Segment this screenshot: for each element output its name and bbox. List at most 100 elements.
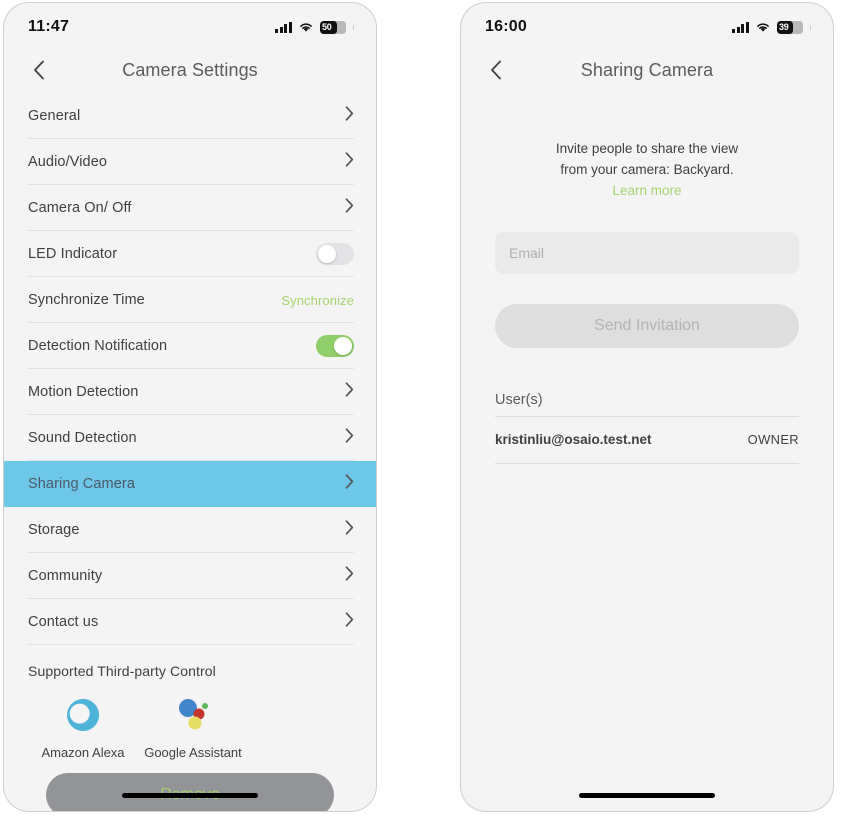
third-party-icons: Amazon Alexa Google Assistant (28, 691, 352, 760)
settings-row-sound-detection[interactable]: Sound Detection (4, 415, 376, 461)
toggle-knob (334, 337, 352, 355)
page-title: Camera Settings (122, 59, 258, 80)
battery-icon: 39 (776, 20, 803, 34)
users-list: kristinliu@osaio.test.net OWNER (495, 417, 799, 464)
settings-row-storage[interactable]: Storage (4, 507, 376, 553)
phone-sharing-camera: 16:00 39 Sharing Camera Invite people to… (460, 2, 834, 812)
chevron-right-icon (345, 382, 354, 397)
status-bar: 11:47 50 (4, 3, 376, 47)
settings-row-general[interactable]: General (4, 93, 376, 139)
row-divider (28, 644, 354, 645)
settings-row-audio-video[interactable]: Audio/Video (4, 139, 376, 185)
chevron-right-icon (345, 474, 354, 489)
wifi-icon (299, 23, 312, 32)
settings-row-led-indicator[interactable]: LED Indicator (4, 231, 376, 277)
chevron-right-icon (345, 152, 354, 167)
nav-bar: Sharing Camera (461, 47, 833, 93)
wifi-icon (756, 23, 769, 32)
settings-list: General Audio/Video Camera On/ Off LED Indi… (4, 93, 376, 645)
sharing-body: Invite people to share the view from you… (461, 139, 833, 464)
settings-row-synchronize-time[interactable]: Synchronize Time Synchronize (4, 277, 376, 323)
cellular-signal-icon (275, 21, 292, 33)
sharing-intro-line2: from your camera: Backyard. (560, 161, 734, 177)
chevron-right-icon (345, 106, 354, 121)
chevron-left-icon (491, 60, 501, 80)
settings-row-label: Motion Detection (28, 384, 139, 400)
page-title: Sharing Camera (580, 59, 714, 80)
settings-row-label: Storage (28, 522, 80, 538)
settings-row-label: Sharing Camera (28, 476, 135, 492)
status-time: 16:00 (485, 18, 527, 35)
chevron-right-icon (345, 106, 354, 126)
battery-percent: 50 (322, 21, 332, 32)
chevron-right-icon (345, 520, 354, 540)
user-row[interactable]: kristinliu@osaio.test.net OWNER (495, 417, 799, 464)
status-bar: 16:00 39 (461, 3, 833, 47)
phone-camera-settings: 11:47 50 Camera Settings General Audio/Vi… (3, 2, 377, 812)
cellular-signal-icon (732, 21, 749, 33)
battery-percent: 39 (779, 21, 789, 32)
sharing-intro: Invite people to share the view from you… (495, 139, 799, 202)
settings-row-label: Detection Notification (28, 338, 168, 354)
chevron-right-icon (345, 428, 354, 443)
battery-tip (809, 24, 811, 30)
user-email: kristinliu@osaio.test.net (495, 432, 652, 448)
chevron-right-icon (345, 612, 354, 632)
back-button[interactable] (483, 57, 509, 83)
nav-bar: Camera Settings (4, 47, 376, 93)
send-invitation-label: Send Invitation (594, 316, 700, 334)
toggle-knob (318, 245, 336, 263)
google-assistant-icon (169, 691, 217, 739)
users-section-header: User(s) (495, 392, 799, 417)
amazon-alexa-icon (59, 691, 107, 739)
third-party-label: Google Assistant (144, 745, 242, 760)
battery-tip (352, 24, 354, 30)
user-role-badge: OWNER (747, 432, 799, 448)
settings-row-camera-on-off[interactable]: Camera On/ Off (4, 185, 376, 231)
settings-row-label: Audio/Video (28, 154, 108, 170)
chevron-right-icon (345, 566, 354, 586)
settings-row-sharing-camera[interactable]: Sharing Camera (4, 461, 376, 507)
settings-row-label: Contact us (28, 614, 99, 630)
third-party-title: Supported Third-party Control (28, 663, 216, 679)
chevron-right-icon (345, 152, 354, 172)
home-indicator (579, 793, 715, 798)
chevron-right-icon (345, 474, 354, 494)
email-placeholder: Email (509, 244, 545, 261)
settings-row-label: Sound Detection (28, 430, 137, 446)
settings-row-label: Camera On/ Off (28, 200, 132, 216)
settings-row-community[interactable]: Community (4, 553, 376, 599)
settings-row-label: Synchronize Time (28, 292, 145, 308)
toggle-switch[interactable] (316, 243, 354, 265)
settings-row-motion-detection[interactable]: Motion Detection (4, 369, 376, 415)
settings-row-label: LED Indicator (28, 246, 118, 262)
status-indicators: 50 (275, 17, 354, 34)
third-party-item-google-assistant[interactable]: Google Assistant (138, 691, 248, 760)
settings-row-label: General (28, 108, 81, 124)
toggle-switch[interactable] (316, 335, 354, 357)
chevron-right-icon (345, 428, 354, 448)
chevron-right-icon (345, 566, 354, 581)
third-party-section: Supported Third-party Control Amazon Ale… (4, 645, 376, 760)
status-indicators: 39 (732, 17, 811, 34)
settings-row-label: Community (28, 568, 103, 584)
chevron-right-icon (345, 198, 354, 213)
learn-more-link[interactable]: Learn more (495, 181, 799, 202)
status-time: 11:47 (28, 18, 70, 35)
home-indicator (122, 793, 258, 798)
sharing-intro-line1: Invite people to share the view (555, 141, 739, 156)
send-invitation-button[interactable]: Send Invitation (495, 303, 799, 348)
chevron-left-icon (34, 60, 44, 80)
settings-row-detection-notification[interactable]: Detection Notification (4, 323, 376, 369)
settings-row-contact-us[interactable]: Contact us (4, 599, 376, 645)
back-button[interactable] (26, 57, 52, 83)
chevron-right-icon (345, 520, 354, 535)
chevron-right-icon (345, 382, 354, 402)
email-input[interactable]: Email (495, 231, 799, 274)
chevron-right-icon (345, 198, 354, 218)
third-party-label: Amazon Alexa (41, 745, 125, 760)
chevron-right-icon (345, 612, 354, 627)
battery-icon: 50 (319, 20, 346, 34)
settings-row-value[interactable]: Synchronize (281, 293, 354, 308)
third-party-item-alexa[interactable]: Amazon Alexa (28, 691, 138, 760)
